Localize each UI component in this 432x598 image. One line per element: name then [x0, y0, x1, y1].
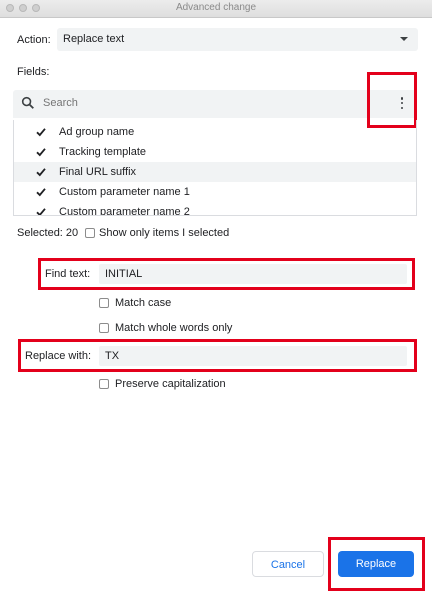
field-item[interactable]: Custom parameter name 2 — [14, 202, 416, 216]
cancel-button[interactable]: Cancel — [252, 551, 324, 577]
fields-label: Fields: — [17, 66, 50, 78]
field-item-label: Final URL suffix — [59, 166, 137, 178]
show-only-selected-checkbox[interactable] — [85, 228, 95, 238]
checkmark-icon[interactable] — [36, 207, 46, 216]
action-select[interactable]: Replace text — [57, 28, 418, 51]
window-title: Advanced change — [175, 2, 257, 13]
action-label: Action: — [17, 34, 51, 46]
checkmark-icon[interactable] — [36, 147, 46, 157]
fields-list: Ad group name Tracking template Final UR… — [13, 120, 417, 216]
match-whole-words-label: Match whole words only — [115, 322, 233, 334]
highlight-find-text — [38, 258, 415, 290]
fields-search-bar — [13, 90, 417, 118]
checkmark-icon[interactable] — [36, 187, 46, 197]
match-whole-words-checkbox[interactable] — [99, 323, 109, 333]
field-item[interactable]: Final URL suffix — [14, 162, 416, 182]
selected-count: Selected: 20 — [17, 227, 79, 239]
field-item[interactable]: Tracking template — [14, 142, 416, 162]
field-item[interactable]: Custom parameter name 1 — [14, 182, 416, 202]
show-only-selected-label: Show only items I selected — [99, 227, 230, 239]
title-bar: Advanced change — [0, 0, 432, 18]
field-item-label: Custom parameter name 2 — [59, 206, 190, 216]
search-icon — [21, 96, 34, 109]
highlight-replace-button — [328, 537, 425, 591]
preserve-capitalization-checkbox[interactable] — [99, 379, 109, 389]
field-item-label: Custom parameter name 1 — [59, 186, 190, 198]
field-item-label: Ad group name — [59, 126, 135, 138]
fields-search-input[interactable] — [43, 97, 343, 109]
action-select-value: Replace text — [63, 33, 125, 45]
dropdown-caret-icon — [400, 37, 408, 41]
field-item[interactable]: Ad group name — [14, 122, 416, 142]
field-item-label: Tracking template — [59, 146, 147, 158]
checkmark-icon[interactable] — [36, 167, 46, 177]
match-case-checkbox[interactable] — [99, 298, 109, 308]
match-case-label: Match case — [115, 297, 172, 309]
preserve-capitalization-label: Preserve capitalization — [115, 378, 226, 390]
highlight-replace-with — [18, 339, 417, 372]
checkmark-icon[interactable] — [36, 127, 46, 137]
